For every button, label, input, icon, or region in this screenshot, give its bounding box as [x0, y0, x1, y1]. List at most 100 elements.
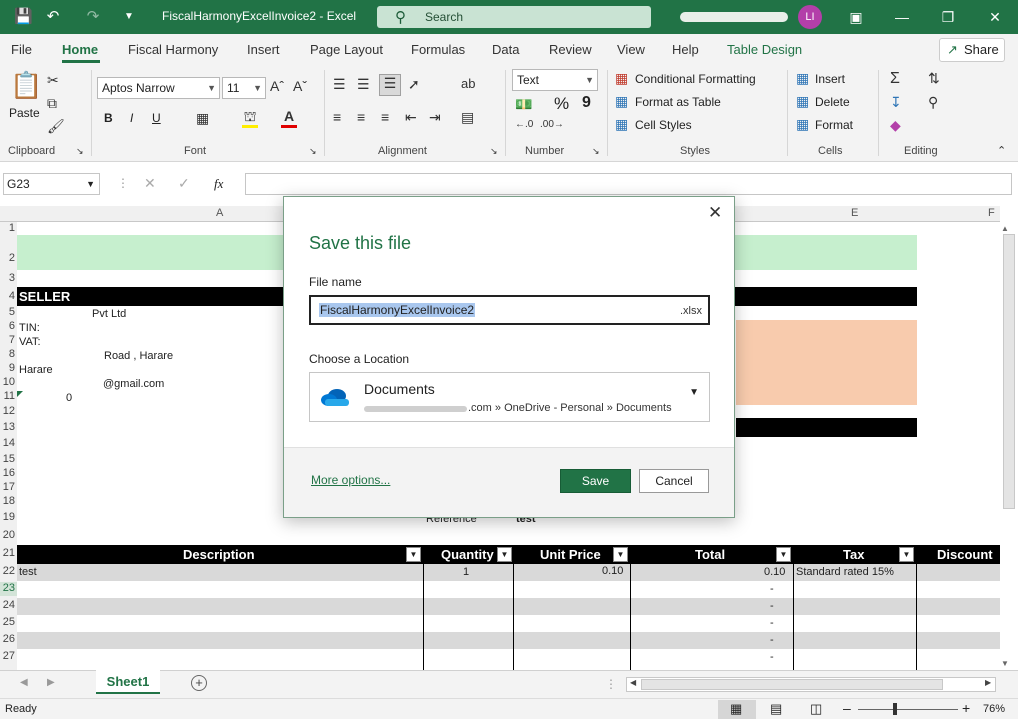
underline-button[interactable]: U — [152, 111, 161, 125]
zoom-in-icon[interactable]: + — [962, 700, 970, 716]
vat-cell[interactable]: VAT: — [19, 336, 41, 348]
zoom-out-icon[interactable]: – — [843, 700, 851, 716]
row-header[interactable]: 7 — [0, 334, 17, 348]
seller-label[interactable]: SELLER — [19, 289, 70, 304]
table-header-discount[interactable]: Discount — [937, 547, 993, 562]
row-header[interactable]: 5 — [0, 306, 17, 320]
bold-button[interactable]: B — [104, 111, 113, 125]
prev-sheet-icon[interactable]: ◀ — [20, 677, 28, 688]
cell-tax[interactable]: Standard rated 15% — [796, 566, 894, 578]
insert-cells-icon[interactable]: ▦ — [796, 70, 809, 87]
tab-fiscal-harmony[interactable]: Fiscal Harmony — [128, 42, 218, 57]
font-launcher-icon[interactable]: ↘ — [309, 146, 317, 157]
row-header[interactable]: 25 — [0, 616, 17, 630]
wrap-text-icon[interactable]: ab — [461, 76, 475, 91]
filter-dropdown-icon[interactable]: ▼ — [406, 547, 421, 562]
cancel-entry-icon[interactable]: ✕ — [144, 175, 156, 192]
comma-style-button[interactable]: 9 — [582, 94, 591, 112]
table-header-description[interactable]: Description — [183, 547, 255, 562]
city-cell[interactable]: Harare — [19, 364, 53, 376]
cell-styles-icon[interactable]: ▦ — [615, 116, 628, 133]
number-launcher-icon[interactable]: ↘ — [592, 146, 600, 157]
filter-dropdown-icon[interactable]: ▼ — [613, 547, 628, 562]
user-name[interactable] — [680, 12, 788, 22]
format-cells-button[interactable]: Format — [815, 118, 853, 132]
row-header[interactable]: 17 — [0, 481, 17, 495]
tab-insert[interactable]: Insert — [247, 42, 280, 57]
table-header-total[interactable]: Total — [695, 547, 725, 562]
scroll-left-icon[interactable]: ◀ — [630, 678, 636, 687]
vertical-scrollbar[interactable]: ▲ ▼ — [1000, 222, 1018, 670]
row-header[interactable]: 6 — [0, 320, 17, 334]
horizontal-scrollbar[interactable]: ◀ ▶ — [626, 677, 996, 692]
increase-font-icon[interactable]: Aˆ — [270, 78, 284, 94]
cell-total[interactable]: - — [770, 600, 774, 612]
tab-page-layout[interactable]: Page Layout — [310, 42, 383, 57]
ribbon-display-icon[interactable]: ▣ — [846, 7, 866, 27]
insert-cells-button[interactable]: Insert — [815, 72, 845, 86]
cell-description[interactable]: test — [19, 566, 37, 578]
row-header[interactable]: 20 — [0, 529, 17, 543]
cell-total[interactable]: - — [770, 651, 774, 663]
table-header-unit-price[interactable]: Unit Price — [540, 547, 601, 562]
format-painter-icon[interactable]: 🖌 — [47, 118, 65, 135]
file-name-input[interactable]: FiscalHarmonyExcelInvoice2 .xlsx — [309, 295, 710, 325]
restore-icon[interactable]: ❐ — [938, 7, 958, 27]
row-header[interactable]: 12 — [0, 405, 17, 419]
paste-icon[interactable]: 📋 — [10, 70, 42, 101]
address-cell[interactable]: Road , Harare — [104, 350, 173, 362]
tab-formulas[interactable]: Formulas — [411, 42, 465, 57]
row-header[interactable]: 14 — [0, 437, 17, 451]
scrollbar-thumb[interactable] — [1003, 234, 1015, 509]
page-break-view-icon[interactable]: ◫ — [810, 701, 822, 717]
column-header-e[interactable]: E — [851, 207, 858, 219]
font-color-icon[interactable]: A — [281, 108, 297, 128]
row-header[interactable]: 1 — [0, 222, 17, 236]
font-size-select[interactable]: 11 ▼ — [222, 77, 266, 99]
alignment-launcher-icon[interactable]: ↘ — [490, 146, 498, 157]
row-header[interactable]: 27 — [0, 650, 17, 664]
align-left-icon[interactable]: ≡ — [333, 109, 341, 125]
confirm-entry-icon[interactable]: ✓ — [178, 175, 190, 192]
format-as-table-icon[interactable]: ▦ — [615, 93, 628, 110]
save-button[interactable]: Save — [560, 469, 631, 493]
clear-icon[interactable]: ◆ — [890, 117, 901, 134]
add-sheet-icon[interactable]: + — [191, 675, 207, 691]
zoom-slider[interactable] — [858, 709, 958, 710]
avatar[interactable]: LI — [798, 5, 822, 29]
cell-unit-price[interactable]: 0.10 — [602, 565, 623, 577]
delete-cells-icon[interactable]: ▦ — [796, 93, 809, 110]
percent-style-button[interactable]: % — [554, 94, 569, 114]
tab-help[interactable]: Help — [672, 42, 699, 57]
undo-icon[interactable]: ↶ — [44, 8, 62, 26]
delete-cells-button[interactable]: Delete — [815, 95, 850, 109]
cell-quantity[interactable]: 1 — [463, 566, 469, 578]
row-header[interactable]: 3 — [0, 272, 17, 286]
scroll-right-icon[interactable]: ▶ — [985, 678, 991, 687]
scroll-up-icon[interactable]: ▲ — [1001, 224, 1009, 233]
decrease-font-icon[interactable]: Aˇ — [293, 78, 307, 94]
company-cell[interactable]: Pvt Ltd — [92, 308, 126, 320]
align-center-icon[interactable]: ≡ — [357, 109, 365, 125]
row-header[interactable]: 23 — [0, 582, 17, 596]
number-format-select[interactable]: Text ▼ — [512, 69, 598, 91]
collapse-ribbon-icon[interactable]: ⌃ — [997, 144, 1006, 157]
borders-icon[interactable]: ▦ — [196, 110, 209, 127]
row-header[interactable]: 18 — [0, 495, 17, 509]
email-cell[interactable]: @gmail.com — [103, 378, 164, 390]
close-icon[interactable]: ✕ — [708, 203, 722, 223]
format-cells-icon[interactable]: ▦ — [796, 116, 809, 133]
row-header[interactable]: 19 — [0, 511, 17, 525]
tab-table-design[interactable]: Table Design — [727, 42, 802, 57]
conditional-formatting-button[interactable]: Conditional Formatting — [635, 72, 756, 86]
accounting-format-icon[interactable]: 💵 — [515, 96, 532, 113]
row-header[interactable]: 13 — [0, 421, 17, 435]
italic-button[interactable]: I — [130, 111, 133, 125]
name-box[interactable]: G23 ▼ — [3, 173, 100, 195]
phone-cell[interactable]: 0 — [66, 392, 72, 404]
sheet-tab-sheet1[interactable]: Sheet1 — [96, 670, 160, 694]
cell-total[interactable]: - — [770, 634, 774, 646]
merge-center-icon[interactable]: ▤ — [461, 109, 474, 126]
copy-icon[interactable]: ⧉ — [47, 95, 57, 112]
table-header-tax[interactable]: Tax — [843, 547, 864, 562]
